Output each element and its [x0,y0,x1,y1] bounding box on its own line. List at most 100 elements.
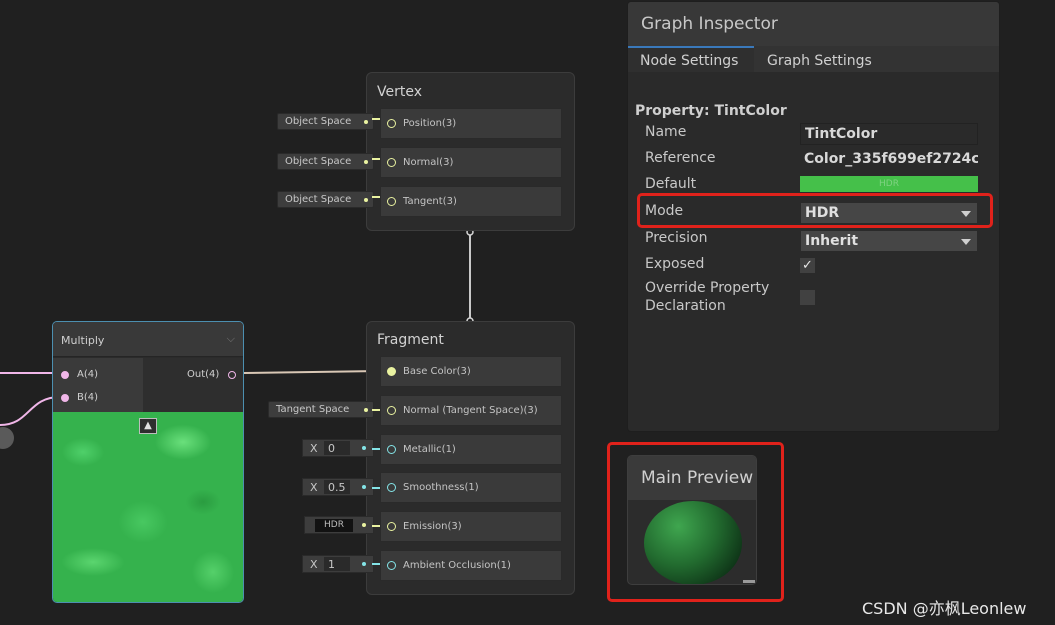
input-dot-icon [362,446,366,450]
vertex-tangent-slot[interactable]: Tangent(3) [380,186,562,217]
emission-color-field[interactable]: HDR [304,516,374,534]
fragment-normal-slot[interactable]: Normal (Tangent Space)(3) [380,395,562,426]
output-label: Out(4) [187,369,220,380]
precision-dropdown[interactable]: Inherit [800,230,978,252]
property-heading: Property: TintColor [635,103,787,119]
metallic-port-icon[interactable] [387,445,396,454]
inspector-title: Graph Inspector [641,14,778,34]
slot-label: Base Color(3) [403,366,471,377]
wire-stub [372,563,380,565]
metallic-value-field[interactable]: X 0 [302,439,374,457]
precision-label: Precision [645,230,708,246]
input-text: Object Space [285,194,352,205]
tab-node-settings[interactable]: Node Settings [628,46,754,72]
watermark-text: CSDN @亦枫Leonlew [862,599,1027,618]
position-space-input[interactable]: Object Space [277,113,374,130]
vertex-position-slot[interactable]: Position(3) [380,108,562,139]
collapse-preview-icon[interactable]: ▲ [139,418,157,434]
normal-tangent-space-input[interactable]: Tangent Space [268,401,374,418]
fragment-ao-slot[interactable]: Ambient Occlusion(1) [380,550,562,581]
multiply-preview [53,412,243,602]
emission-hdr-swatch[interactable]: HDR [315,519,353,532]
input-b-label: B(4) [77,392,99,403]
output-port-icon[interactable] [228,371,236,379]
multiply-header[interactable]: Multiply ⌵ [53,322,243,357]
override-checkbox[interactable] [799,289,816,306]
normal-port-icon[interactable] [387,406,396,415]
smoothness-value-field[interactable]: X 0.5 [302,478,374,496]
wire-stub [372,409,380,411]
checkmark-icon: ✓ [802,258,813,273]
inspector-tabs: Node Settings Graph Settings [628,46,999,72]
exposed-checkbox[interactable]: ✓ [799,257,816,274]
dropdown-arrow-icon [961,239,971,245]
input-text: Tangent Space [276,404,350,415]
offscreen-node-port [0,427,14,449]
fragment-metallic-slot[interactable]: Metallic(1) [380,434,562,465]
chevron-down-icon[interactable]: ⌵ [227,332,235,346]
smoothness-port-icon[interactable] [387,483,396,492]
input-dot-icon [364,120,368,124]
default-label: Default [645,176,697,192]
slot-label: Metallic(1) [403,444,456,455]
ao-port-icon[interactable] [387,561,396,570]
fragment-smoothness-slot[interactable]: Smoothness(1) [380,472,562,503]
smoothness-value[interactable]: 0.5 [324,480,350,494]
tab-graph-settings[interactable]: Graph Settings [755,46,885,72]
ao-value-field[interactable]: X 1 [302,555,374,573]
fragment-basecolor-slot[interactable]: Base Color(3) [380,356,562,387]
normal-space-input[interactable]: Object Space [277,153,374,170]
preview-highlight-box [607,442,784,602]
vertex-normal-slot[interactable]: Normal(3) [380,147,562,178]
axis-label: X [310,442,318,455]
tangent-space-input[interactable]: Object Space [277,191,374,208]
default-color-swatch[interactable]: HDR [800,176,978,192]
slot-label: Ambient Occlusion(1) [403,560,511,571]
inspector-header[interactable]: Graph Inspector [628,2,999,46]
fragment-title: Fragment [377,332,444,348]
input-b-port-icon[interactable] [61,394,69,402]
input-dot-icon [362,562,366,566]
slot-label: Position(3) [403,118,457,129]
metallic-value[interactable]: 0 [324,441,350,455]
wire-stub [372,196,380,198]
emission-port-icon[interactable] [387,522,396,531]
multiply-node[interactable]: Multiply ⌵ A(4) B(4) Out(4) ▲ [52,321,244,603]
input-dot-icon [362,485,366,489]
override-label: Override Property Declaration [645,279,769,315]
basecolor-port-icon[interactable] [387,367,396,376]
slot-label: Emission(3) [403,521,462,532]
input-text: Object Space [285,156,352,167]
input-dot-icon [364,408,368,412]
name-field[interactable]: TintColor [800,123,978,145]
multiply-to-basecolor-wire [243,370,381,374]
position-port-icon[interactable] [387,119,396,128]
slot-label: Normal (Tangent Space)(3) [403,405,538,416]
fragment-stack[interactable]: Fragment Base Color(3) Normal (Tangent S… [366,321,575,595]
input-dot-icon [364,160,368,164]
wire-stub [372,158,380,160]
vertex-title: Vertex [377,84,423,100]
reference-field[interactable]: Color_335f699ef2724c [800,149,978,171]
wire-stub [372,525,380,527]
ao-value[interactable]: 1 [324,557,350,571]
vertex-stack[interactable]: Vertex Position(3) Normal(3) Tangent(3) [366,72,575,231]
input-text: Object Space [285,116,352,127]
slot-label: Tangent(3) [403,196,457,207]
axis-label: X [310,481,318,494]
override-label-line1: Override Property [645,280,770,296]
input-a-port-icon[interactable] [61,371,69,379]
multiply-inputs: A(4) B(4) [53,358,143,412]
slot-label: Normal(3) [403,157,454,168]
multiply-title: Multiply [61,334,105,347]
name-label: Name [645,124,687,140]
precision-value: Inherit [805,233,859,249]
normal-port-icon[interactable] [387,158,396,167]
wire-stub [372,118,380,120]
tangent-port-icon[interactable] [387,197,396,206]
fragment-emission-slot[interactable]: Emission(3) [380,511,562,542]
multiply-outputs: Out(4) [143,358,243,412]
input-a-label: A(4) [77,369,99,380]
override-label-line2: Declaration [645,298,726,314]
reference-label: Reference [645,150,716,166]
